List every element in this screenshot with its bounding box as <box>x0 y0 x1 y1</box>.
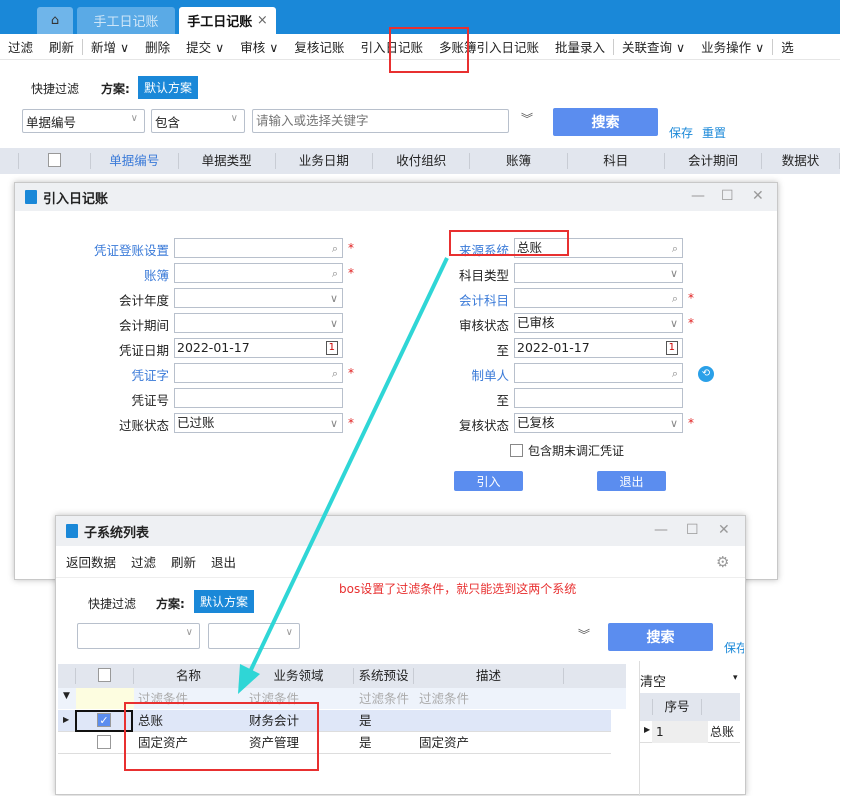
annotation-arrow <box>238 257 449 694</box>
